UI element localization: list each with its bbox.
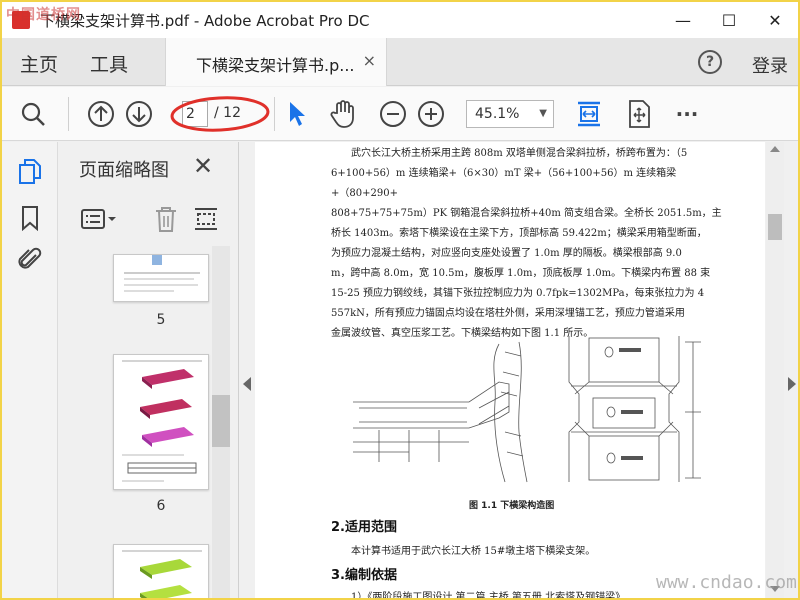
toolbar: 2 / 12 45.1% ▼ ··· (2, 87, 798, 141)
rotate-page-icon[interactable] (191, 204, 221, 234)
select-tool-icon[interactable] (282, 99, 312, 129)
tab-tools[interactable]: 工具 (90, 50, 128, 77)
maximize-button[interactable]: ☐ (706, 2, 752, 38)
more-options-icon[interactable]: ··· (672, 99, 702, 129)
red-ellipse-annotation (170, 96, 270, 132)
toolbar-divider (68, 97, 69, 131)
page-thumbnails-icon[interactable] (16, 158, 44, 186)
thumbnail-page-6[interactable] (113, 354, 209, 490)
document-tab-label: 下横梁支架计算书.p... (196, 56, 355, 75)
delete-page-icon[interactable] (151, 204, 181, 234)
text-line: m，跨中高 8.0m，宽 10.5m，腹板厚 1.0m，顶底板厚 1.0m。下横… (331, 268, 711, 279)
zoom-out-icon[interactable] (378, 99, 408, 129)
zoom-level-select[interactable]: 45.1% ▼ (466, 100, 554, 128)
thumbnail-page-number: 6 (156, 498, 166, 514)
minimize-button[interactable]: — (660, 2, 706, 38)
pdf-page: 武穴长江大桥主桥采用主跨 808m 双塔单侧混合梁斜拉桥，桥跨布置为：（5 6+… (255, 142, 765, 598)
section-heading: 2.适用范围 (331, 520, 397, 535)
help-icon[interactable]: ? (698, 50, 722, 74)
document-tab-close-button[interactable]: × (363, 51, 376, 70)
watermark-logo-top: 中国道桥网 (6, 7, 81, 23)
fit-width-icon[interactable] (574, 99, 604, 129)
text-line: 15-25 预应力钢绞线，其锚下张拉控制应力为 0.7fpk=1302MPa，每… (331, 288, 705, 299)
thumbnail-page-5-content (124, 255, 200, 292)
close-icon[interactable]: ✕ (193, 152, 213, 180)
thumbnail-page-7-content (122, 550, 202, 598)
thumbnail-scrollbar-thumb[interactable] (212, 395, 230, 447)
section-body: 1）《两阶段施工图设计 第二篇 主桥 第五册 北索塔及钢锚梁》 (351, 592, 626, 598)
document-scrollbar[interactable] (766, 142, 784, 598)
tab-home[interactable]: 主页 (20, 50, 58, 77)
watermark-url: www.cndao.com (656, 572, 797, 593)
bookmark-icon[interactable] (16, 204, 44, 232)
collapse-left-panel-arrow[interactable] (243, 377, 251, 391)
zoom-level-value: 45.1% (475, 106, 520, 122)
search-icon[interactable] (18, 99, 48, 129)
scroll-up-arrow[interactable] (770, 146, 780, 152)
thumbnail-panel-title: 页面缩略图 (79, 160, 169, 181)
beam-structure-drawing (353, 336, 701, 483)
tab-document[interactable]: 下横梁支架计算书.p... × (165, 38, 387, 86)
paragraph-intro: 武穴长江大桥主桥采用主跨 808m 双塔单侧混合梁斜拉桥，桥跨布置为：（5 6+… (331, 144, 743, 344)
text-line: 桥长 1403m。索塔下横梁设在主梁下方，顶部标高 59.422m；横梁采用箱型… (331, 228, 707, 239)
login-button[interactable]: 登录 (752, 52, 788, 78)
title-bar: 下横梁支架计算书.pdf - Adobe Acrobat Pro DC — ☐ … (2, 2, 798, 38)
figure-caption: 图 1.1 下横梁构造图 (469, 501, 555, 511)
close-window-button[interactable]: ✕ (752, 2, 798, 38)
text-line: 武穴长江大桥主桥采用主跨 808m 双塔单侧混合梁斜拉桥，桥跨布置为：（5 (351, 148, 688, 159)
thumbnail-page-number: 5 (156, 312, 166, 328)
text-line: 808+75+75+75m）PK 钢箱混合梁斜拉桥+40m 简支组合梁。全桥长 … (331, 208, 722, 219)
window-title: 下横梁支架计算书.pdf - Adobe Acrobat Pro DC (40, 11, 370, 30)
document-view[interactable]: 武穴长江大桥主桥采用主跨 808m 双塔单侧混合梁斜拉桥，桥跨布置为：（5 6+… (255, 142, 765, 598)
previous-page-icon[interactable] (86, 99, 116, 129)
hand-tool-icon[interactable] (328, 99, 358, 129)
thumbnail-page-6-content (122, 360, 202, 482)
full-screen-icon[interactable] (624, 99, 654, 129)
toolbar-divider (274, 97, 275, 131)
chevron-down-icon: ▼ (539, 108, 547, 119)
thumbnail-options-icon[interactable] (79, 204, 121, 234)
text-line: 557kN，所有预应力锚固点均设在塔柱外侧，采用深埋锚工艺，预应力管道采用 (331, 308, 685, 319)
thumbnail-page-5[interactable] (113, 254, 209, 302)
document-scrollbar-thumb[interactable] (768, 214, 782, 240)
next-page-icon[interactable] (124, 99, 154, 129)
section-heading: 3.编制依据 (331, 568, 397, 583)
left-icon-rail (2, 142, 58, 598)
thumbnail-page-7[interactable] (113, 544, 209, 598)
window-controls: — ☐ ✕ (660, 2, 798, 38)
thumbnail-tools (59, 200, 238, 240)
text-line: 为预应力混凝土结构，对应竖向支座处设置了 1.0m 厚的隔板。横梁根部高 9.0 (331, 248, 682, 259)
text-line: 6+100+56）m 连续箱梁+（6×30）mT 梁+（56+100+56）m … (331, 168, 677, 199)
zoom-in-icon[interactable] (416, 99, 446, 129)
expand-right-panel-arrow[interactable] (788, 377, 796, 391)
thumbnail-panel: 页面缩略图 ✕ 5 6 (59, 142, 239, 598)
tab-bar: 主页 工具 下横梁支架计算书.p... × ? 登录 (2, 38, 798, 86)
attachment-icon[interactable] (16, 246, 44, 274)
section-body: 本计算书适用于武穴长江大桥 15#墩主塔下横梁支架。 (351, 546, 596, 557)
